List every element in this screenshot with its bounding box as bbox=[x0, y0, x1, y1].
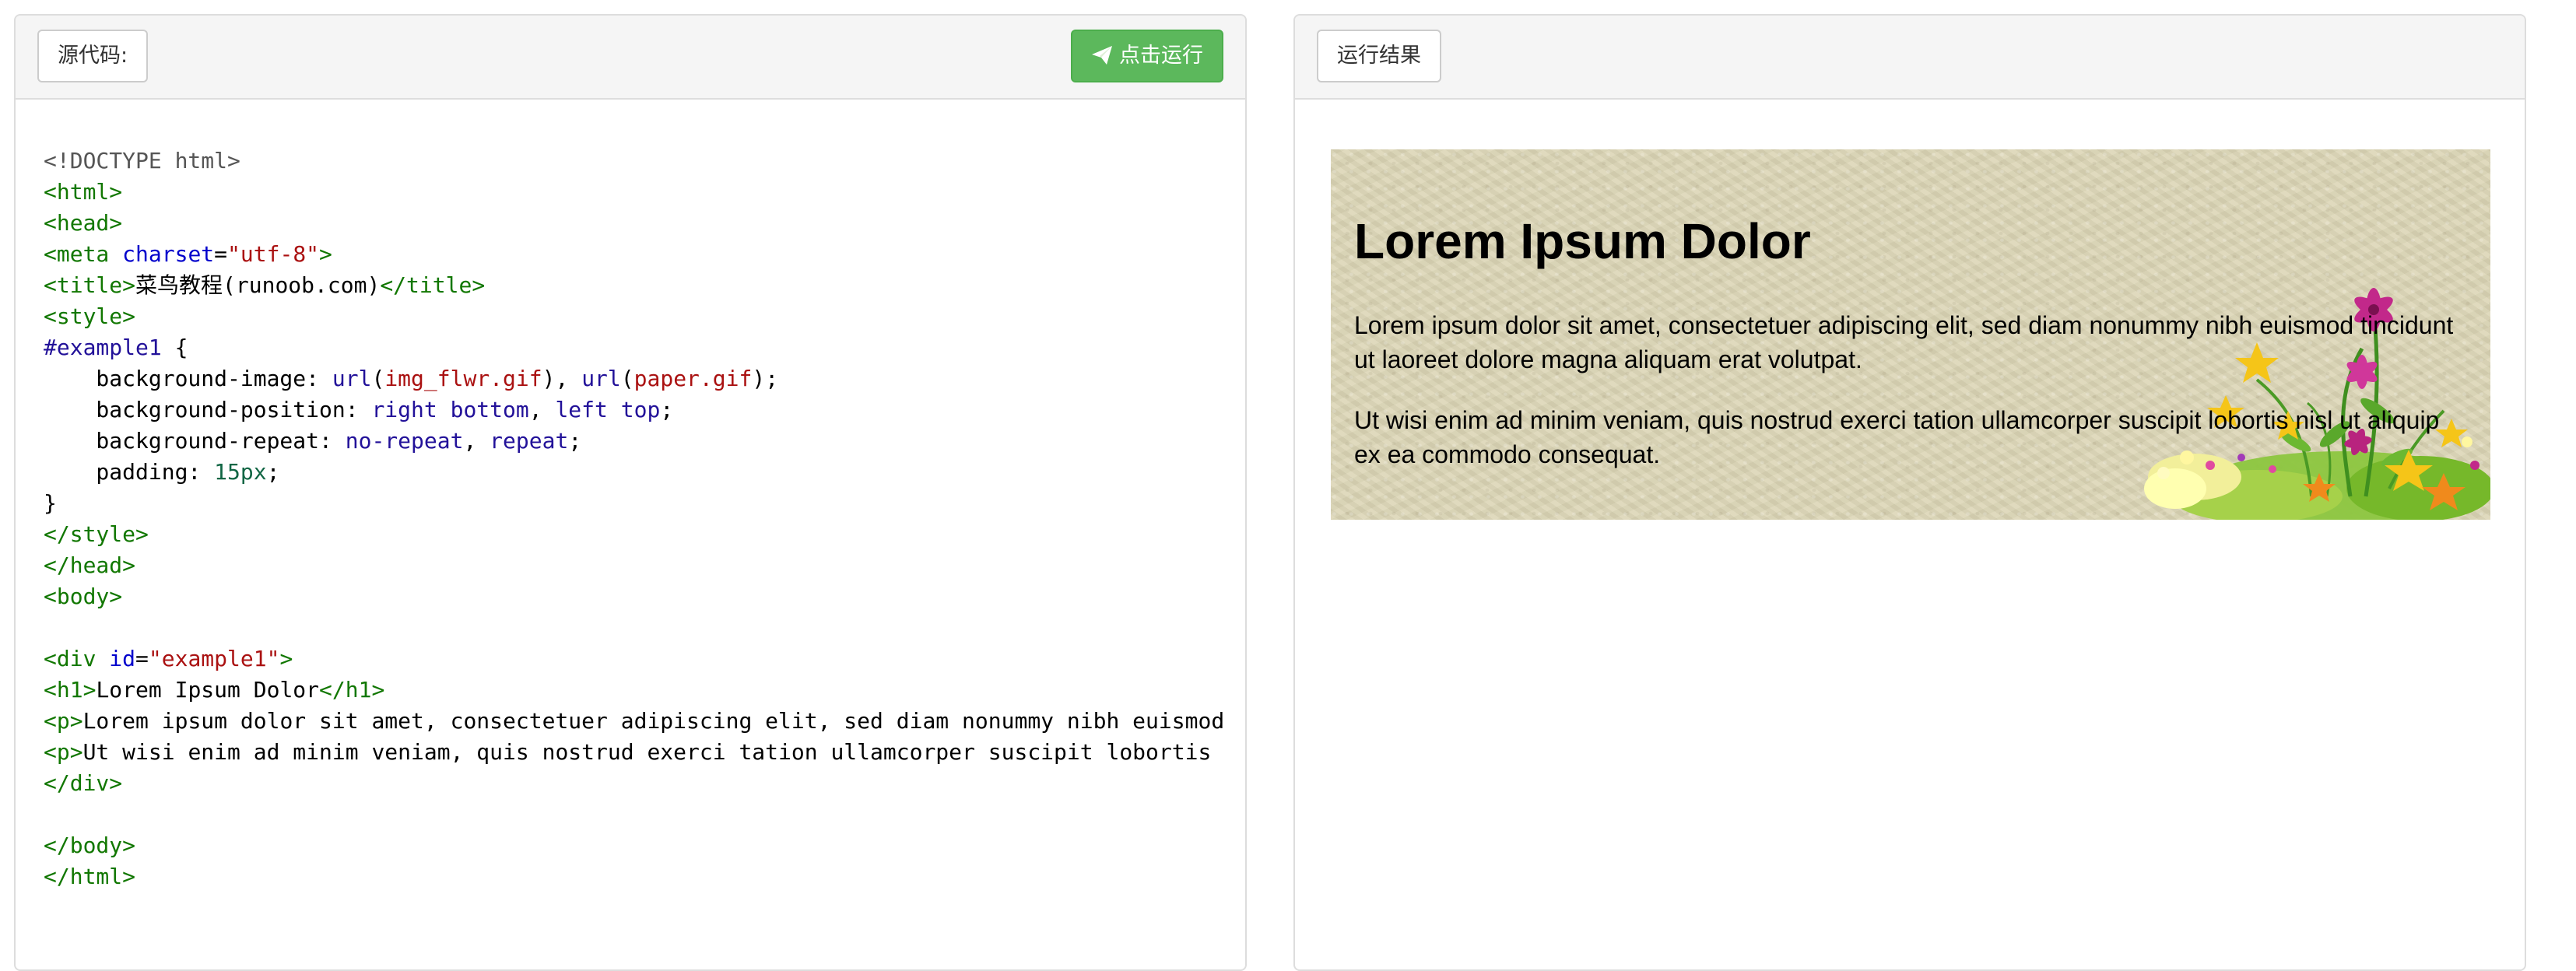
source-code-panel: 源代码: 点击运行 <!DOCTYPE html> <html> <head> … bbox=[14, 14, 1247, 971]
code-token: <head> bbox=[44, 210, 123, 236]
code-token: no-repeat bbox=[345, 428, 464, 454]
run-button[interactable]: 点击运行 bbox=[1071, 30, 1223, 82]
example1-box: Lorem Ipsum Dolor Lorem ipsum dolor sit … bbox=[1331, 149, 2490, 520]
code-token: , bbox=[463, 428, 490, 454]
code-token: url bbox=[581, 366, 621, 391]
code-line: <meta charset="utf-8"> bbox=[44, 239, 1245, 270]
code-line: padding: 15px; bbox=[44, 457, 1245, 488]
code-token: ; bbox=[568, 428, 582, 454]
code-line: </body> bbox=[44, 830, 1245, 861]
code-token: background-image: bbox=[44, 366, 332, 391]
code-token: <div bbox=[44, 646, 110, 671]
code-token: = bbox=[214, 241, 228, 267]
code-token: id bbox=[109, 646, 136, 671]
code-token: , bbox=[528, 397, 556, 422]
code-token: background-position: bbox=[44, 397, 372, 422]
code-token: </head> bbox=[44, 552, 136, 578]
code-token: paper.gif bbox=[633, 366, 753, 391]
code-line: </html> bbox=[44, 861, 1245, 892]
code-token: <!DOCTYPE html> bbox=[44, 148, 240, 174]
code-line: <html> bbox=[44, 177, 1245, 208]
code-token: "utf-8" bbox=[227, 241, 320, 267]
code-token: Ut wisi enim ad minim veniam, quis nostr… bbox=[82, 739, 1212, 765]
code-token: <h1> bbox=[44, 677, 97, 703]
code-token: </html> bbox=[44, 864, 136, 889]
code-line: background-repeat: no-repeat, repeat; bbox=[44, 426, 1245, 457]
code-token: > bbox=[319, 241, 332, 267]
code-line: <div id="example1"> bbox=[44, 643, 1245, 675]
code-token: ( bbox=[620, 366, 634, 391]
code-token: ( bbox=[371, 366, 385, 391]
code-token: ; bbox=[660, 397, 674, 422]
code-token: </div> bbox=[44, 770, 123, 796]
code-token: ); bbox=[752, 366, 779, 391]
code-token: 菜鸟教程(runoob.com) bbox=[135, 272, 381, 298]
code-token: padding: bbox=[44, 459, 215, 485]
result-label: 运行结果 bbox=[1317, 30, 1441, 82]
code-line: background-position: right bottom, left … bbox=[44, 394, 1245, 426]
code-line: <title>菜鸟教程(runoob.com)</title> bbox=[44, 270, 1245, 301]
code-line: <p>Ut wisi enim ad minim veniam, quis no… bbox=[44, 737, 1245, 768]
code-token: </title> bbox=[380, 272, 486, 298]
code-line: <style> bbox=[44, 301, 1245, 332]
code-token: url bbox=[332, 366, 372, 391]
code-line: </head> bbox=[44, 550, 1245, 581]
code-line: <!DOCTYPE html> bbox=[44, 145, 1245, 177]
paper-plane-icon bbox=[1092, 46, 1112, 65]
code-token: { bbox=[161, 335, 188, 360]
code-token: ), bbox=[542, 366, 582, 391]
source-code-label: 源代码: bbox=[37, 30, 149, 82]
code-token: "example1" bbox=[148, 646, 280, 671]
result-panel: 运行结果 Lorem Ipsum Dolor Lorem ipsum dolor… bbox=[1293, 14, 2526, 971]
code-line: </style> bbox=[44, 519, 1245, 550]
code-token: <title> bbox=[44, 272, 136, 298]
code-token: = bbox=[135, 646, 149, 671]
code-line: <head> bbox=[44, 208, 1245, 239]
source-panel-header: 源代码: 点击运行 bbox=[16, 16, 1245, 100]
code-token: </style> bbox=[44, 521, 149, 547]
code-token: 15px bbox=[214, 459, 267, 485]
code-token: <meta bbox=[44, 241, 123, 267]
code-token: <html> bbox=[44, 179, 123, 205]
code-editor[interactable]: <!DOCTYPE html> <html> <head> <meta char… bbox=[16, 101, 1245, 969]
code-token: } bbox=[44, 490, 57, 516]
code-token: charset bbox=[122, 241, 215, 267]
code-token: <style> bbox=[44, 303, 136, 329]
code-token: <body> bbox=[44, 584, 123, 609]
code-token: > bbox=[279, 646, 293, 671]
result-preview: Lorem Ipsum Dolor Lorem ipsum dolor sit … bbox=[1295, 101, 2525, 969]
result-paragraph-2: Ut wisi enim ad minim veniam, quis nostr… bbox=[1354, 406, 2440, 468]
code-line: <p>Lorem ipsum dolor sit amet, consectet… bbox=[44, 706, 1245, 737]
code-token: <p> bbox=[44, 708, 83, 734]
result-heading: Lorem Ipsum Dolor bbox=[1354, 213, 1811, 269]
code-token: </h1> bbox=[319, 677, 385, 703]
code-token: ; bbox=[266, 459, 280, 485]
code-token: <p> bbox=[44, 739, 83, 765]
code-token: right bottom bbox=[371, 397, 529, 422]
flowers-illustration bbox=[2144, 288, 2490, 520]
code-line: <body> bbox=[44, 581, 1245, 612]
code-token: repeat bbox=[490, 428, 569, 454]
result-panel-header: 运行结果 bbox=[1295, 16, 2525, 100]
code-token: #example1 bbox=[44, 335, 162, 360]
result-paragraph-1: Lorem ipsum dolor sit amet, consectetuer… bbox=[1354, 311, 2454, 373]
run-button-label: 点击运行 bbox=[1119, 44, 1203, 68]
code-token: left top bbox=[555, 397, 661, 422]
code-token: Lorem ipsum dolor sit amet, consectetuer… bbox=[82, 708, 1225, 734]
code-line: <h1>Lorem Ipsum Dolor</h1> bbox=[44, 675, 1245, 706]
code-token: Lorem Ipsum Dolor bbox=[96, 677, 320, 703]
code-line: } bbox=[44, 488, 1245, 519]
code-line: #example1 { bbox=[44, 332, 1245, 363]
code-token: </body> bbox=[44, 833, 136, 858]
code-token: background-repeat: bbox=[44, 428, 346, 454]
code-line: background-image: url(img_flwr.gif), url… bbox=[44, 363, 1245, 394]
code-line: </div> bbox=[44, 768, 1245, 799]
code-token: img_flwr.gif bbox=[384, 366, 542, 391]
